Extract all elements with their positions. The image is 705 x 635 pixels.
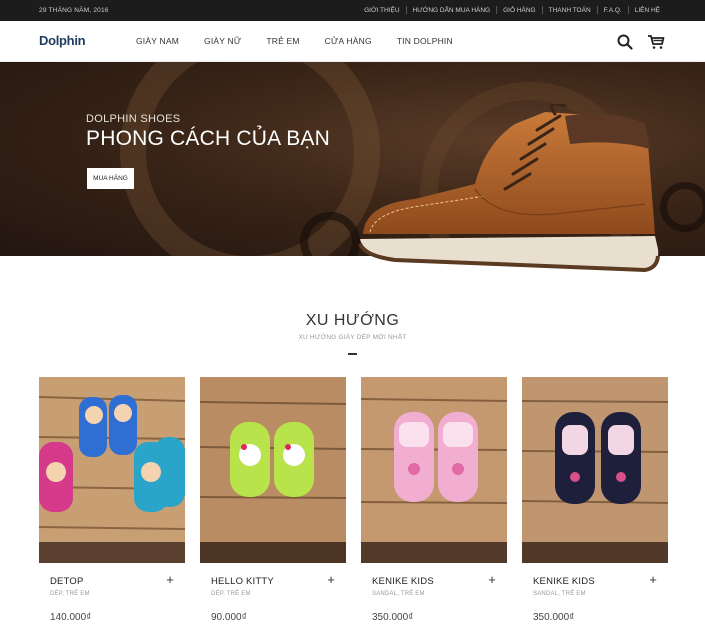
logo[interactable]: Dolphin xyxy=(39,33,86,48)
hero-title: PHONG CÁCH CỦA BẠN xyxy=(86,127,330,150)
add-to-cart-plus-icon[interactable]: + xyxy=(646,573,660,587)
nav-item-men[interactable]: GIÀY NAM xyxy=(136,36,179,46)
site-header: Dolphin GIÀY NAM GIÀY NỮ TRẺ EM CỬA HÀNG… xyxy=(0,21,705,62)
top-link-checkout[interactable]: THANH TOÁN xyxy=(543,7,597,14)
boot-image xyxy=(358,104,660,273)
background-decoration xyxy=(660,182,705,232)
add-to-cart-plus-icon[interactable]: + xyxy=(163,573,177,587)
product-card[interactable]: DETOP DÉP, TRẺ EM 140.000₫ + xyxy=(39,377,185,635)
product-category: DÉP, TRẺ EM xyxy=(211,591,251,597)
current-date: 29 THÁNG NĂM, 2016 xyxy=(39,7,109,14)
product-image[interactable] xyxy=(522,377,668,563)
product-price: 350.000₫ xyxy=(533,612,575,623)
shop-now-button[interactable]: MUA HÀNG xyxy=(87,168,134,189)
nav-item-women[interactable]: GIÀY NỮ xyxy=(204,36,241,46)
section-title: XU HƯỚNG xyxy=(305,312,400,329)
main-nav: GIÀY NAM GIÀY NỮ TRẺ EM CỬA HÀNG TIN DOL… xyxy=(136,36,478,46)
product-image[interactable] xyxy=(361,377,507,563)
product-category: SANDAL, TRẺ EM xyxy=(533,591,586,597)
top-links: GIỚI THIỆU HƯỚNG DẪN MUA HÀNG GIỎ HÀNG T… xyxy=(358,6,666,14)
top-link-faq[interactable]: F.A.Q. xyxy=(598,7,628,14)
cart-icon[interactable] xyxy=(647,33,665,51)
top-link-contact[interactable]: LIÊN HỆ xyxy=(629,7,666,14)
add-to-cart-plus-icon[interactable]: + xyxy=(485,573,499,587)
product-card[interactable]: HELLO KITTY DÉP, TRẺ EM 90.000₫ + xyxy=(200,377,346,635)
hero-subtitle: DOLPHIN SHOES xyxy=(86,113,181,125)
top-link-guide[interactable]: HƯỚNG DẪN MUA HÀNG xyxy=(407,7,497,14)
product-name[interactable]: DETOP xyxy=(50,576,84,587)
section-divider xyxy=(348,353,357,355)
nav-item-news[interactable]: TIN DOLPHIN xyxy=(397,36,453,46)
product-price: 140.000₫ xyxy=(50,612,92,623)
product-image[interactable] xyxy=(200,377,346,563)
add-to-cart-plus-icon[interactable]: + xyxy=(324,573,338,587)
product-price: 350.000₫ xyxy=(372,612,414,623)
top-link-about[interactable]: GIỚI THIỆU xyxy=(358,7,405,14)
product-name[interactable]: KENIKE KIDS xyxy=(372,576,434,587)
top-bar: 29 THÁNG NĂM, 2016 GIỚI THIỆU HƯỚNG DẪN … xyxy=(0,0,705,21)
product-card[interactable]: KENIKE KIDS SANDAL, TRẺ EM 350.000₫ + xyxy=(522,377,668,635)
product-price: 90.000₫ xyxy=(211,612,247,623)
product-name[interactable]: HELLO KITTY xyxy=(211,576,274,587)
nav-item-kids[interactable]: TRẺ EM xyxy=(266,36,299,46)
nav-item-stores[interactable]: CỬA HÀNG xyxy=(325,36,372,46)
top-link-cart[interactable]: GIỎ HÀNG xyxy=(497,7,542,14)
product-category: DÉP, TRẺ EM xyxy=(50,591,90,597)
product-name[interactable]: KENIKE KIDS xyxy=(533,576,595,587)
product-category: SANDAL, TRẺ EM xyxy=(372,591,425,597)
product-card[interactable]: KENIKE KIDS SANDAL, TRẺ EM 350.000₫ + xyxy=(361,377,507,635)
search-icon[interactable] xyxy=(616,33,634,51)
product-image[interactable] xyxy=(39,377,185,563)
section-subtitle: XU HƯỚNG GIÀY DÉP MỚI NHẤT xyxy=(298,334,407,341)
